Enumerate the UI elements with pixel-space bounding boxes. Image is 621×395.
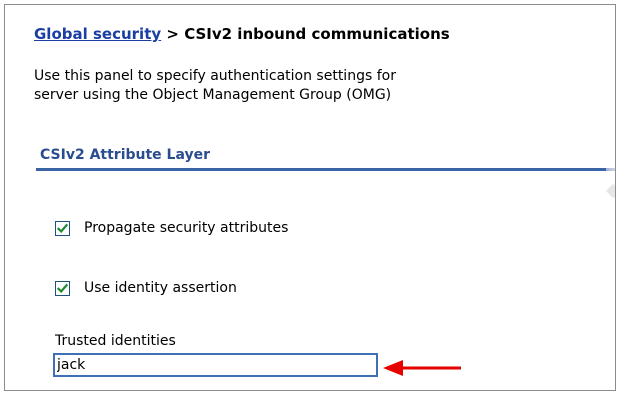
trusted-identities-label: Trusted identities (55, 333, 176, 349)
section-divider-fade (606, 168, 615, 171)
panel-description-line2: server using the Object Management Group… (34, 87, 392, 103)
red-arrow-icon (383, 360, 461, 376)
section-divider (36, 168, 606, 171)
breadcrumb-link-global-security[interactable]: Global security (34, 25, 161, 43)
panel-description-line1: Use this panel to specify authentication… (34, 68, 396, 84)
panel-frame: Global security > CSIv2 inbound communic… (4, 4, 616, 391)
propagate-security-attributes-option[interactable]: Propagate security attributes (55, 220, 288, 236)
checkmark-icon (56, 283, 69, 293)
background-fade-mark (605, 183, 615, 199)
propagate-security-attributes-checkbox[interactable] (55, 220, 70, 236)
breadcrumb-current: CSIv2 inbound communications (184, 25, 450, 43)
propagate-security-attributes-label[interactable]: Propagate security attributes (84, 220, 288, 236)
use-identity-assertion-option[interactable]: Use identity assertion (55, 280, 237, 296)
trusted-identities-input[interactable] (53, 353, 378, 377)
use-identity-assertion-label[interactable]: Use identity assertion (84, 280, 237, 296)
panel-description: Use this panel to specify authentication… (34, 67, 604, 105)
section-title: CSIv2 Attribute Layer (40, 147, 211, 163)
breadcrumb: Global security > CSIv2 inbound communic… (34, 25, 450, 43)
use-identity-assertion-checkbox[interactable] (55, 280, 70, 296)
checkmark-icon (56, 223, 69, 233)
breadcrumb-separator: > (166, 25, 179, 43)
